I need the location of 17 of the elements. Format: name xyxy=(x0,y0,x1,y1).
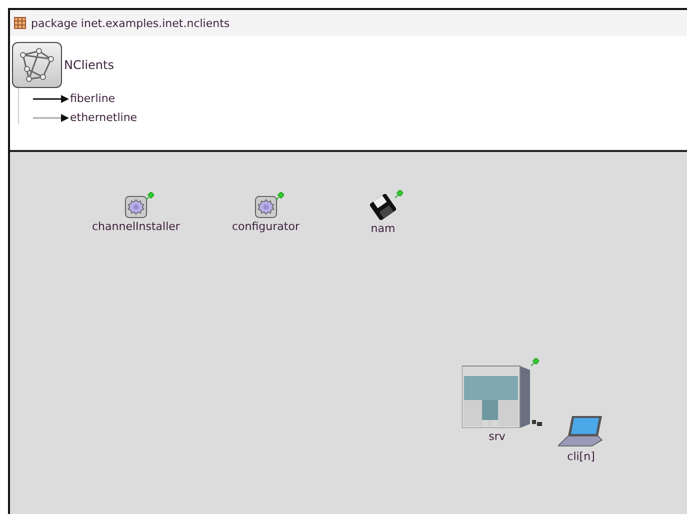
channel-arrow-icon xyxy=(33,114,69,122)
laptop-icon[interactable] xyxy=(558,414,604,448)
channel-type-label: fiberline xyxy=(70,92,116,105)
module-label: configurator xyxy=(232,220,300,233)
package-declaration: package inet.examples.inet.nclients xyxy=(31,16,230,30)
network-icon xyxy=(12,42,62,88)
module-label: channelInstaller xyxy=(92,220,180,233)
module-label: nam xyxy=(370,222,396,235)
gate-icon xyxy=(532,420,542,426)
channel-type-label: ethernetline xyxy=(70,111,138,124)
gear-icon[interactable] xyxy=(124,196,147,218)
module-label: cli[n] xyxy=(567,450,595,463)
gear-icon[interactable] xyxy=(254,196,277,218)
network-name: NClients xyxy=(64,58,114,72)
package-icon xyxy=(14,17,26,29)
module-label: srv xyxy=(488,430,506,443)
channel-arrow-icon xyxy=(33,94,69,102)
